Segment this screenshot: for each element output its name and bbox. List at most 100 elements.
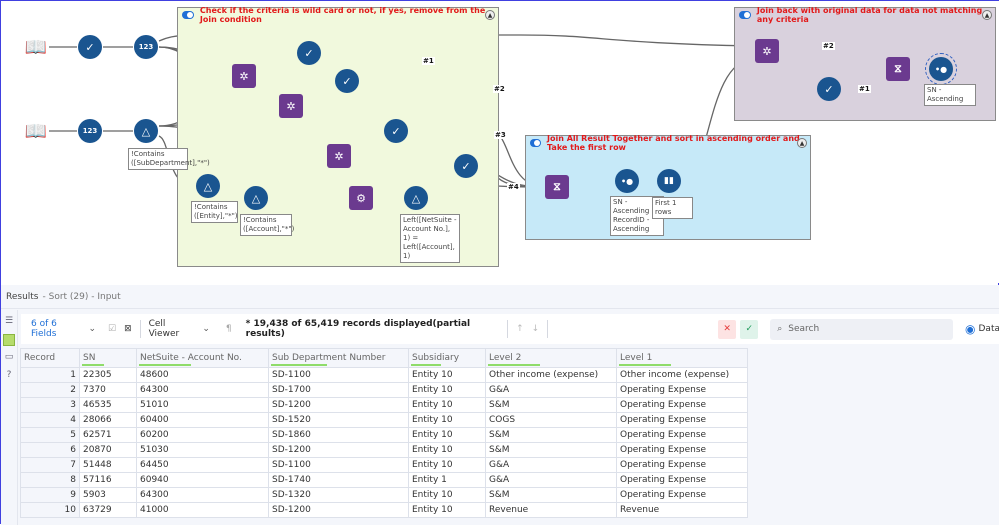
record-number[interactable]: 8 [21,473,80,488]
uncheck-all-icon[interactable]: ⊠ [124,324,132,334]
join-tool-icon[interactable]: ✲ [755,39,779,63]
table-cell[interactable]: Entity 10 [409,383,486,398]
table-row[interactable]: 12230548600SD-1100Entity 10Other income … [21,368,748,383]
table-cell[interactable]: SD-1700 [269,383,409,398]
data-view-icon[interactable] [3,334,15,346]
table-cell[interactable]: Entity 10 [409,503,486,518]
filter-tool-icon[interactable]: △ [134,119,158,143]
container-toggle[interactable] [739,11,751,19]
table-cell[interactable]: Other income (expense) [486,368,617,383]
table-cell[interactable]: SD-1320 [269,488,409,503]
column-header[interactable]: Subsidiary [409,349,486,368]
record-number[interactable]: 2 [21,383,80,398]
column-header[interactable]: Level 1 [617,349,748,368]
table-cell[interactable]: G&A [486,383,617,398]
table-cell[interactable]: 48600 [137,368,269,383]
table-cell[interactable]: 57116 [80,473,137,488]
record-number[interactable]: 7 [21,458,80,473]
metadata-icon[interactable]: ▭ [3,352,15,364]
chevron-down-icon[interactable]: ⌄ [88,324,96,334]
table-cell[interactable]: Entity 10 [409,413,486,428]
check-all-icon[interactable]: ☑ [108,324,116,334]
collapse-button[interactable]: ▲ [797,138,807,148]
table-cell[interactable]: Entity 10 [409,428,486,443]
record-number[interactable]: 1 [21,368,80,383]
record-number[interactable]: 3 [21,398,80,413]
collapse-button[interactable]: ▲ [485,10,495,20]
select-tool-icon[interactable]: ✓ [297,41,321,65]
workflow-canvas[interactable]: Check if the criteria is wild card or no… [1,1,999,283]
record-id-tool-icon[interactable]: 123 [78,119,102,143]
apply-button[interactable]: ✓ [740,320,758,339]
union-tool-icon[interactable]: ⧖ [545,175,569,199]
table-cell[interactable]: SD-1200 [269,398,409,413]
table-cell[interactable]: 20870 [80,443,137,458]
table-cell[interactable]: 51010 [137,398,269,413]
record-number[interactable]: 10 [21,503,80,518]
container-toggle[interactable] [182,11,194,19]
table-cell[interactable]: 5903 [80,488,137,503]
table-cell[interactable]: Operating Expense [617,398,748,413]
cell-viewer-dropdown[interactable]: Cell Viewer [149,319,197,339]
table-row[interactable]: 56257160200SD-1860Entity 10S&MOperating … [21,428,748,443]
table-row[interactable]: 106372941000SD-1200Entity 10RevenueReven… [21,503,748,518]
table-cell[interactable]: S&M [486,443,617,458]
table-cell[interactable]: SD-1200 [269,503,409,518]
list-icon[interactable]: ☰ [3,316,15,328]
arrow-down-icon[interactable]: ↓ [532,324,540,334]
filter-tool-icon[interactable]: △ [196,174,220,198]
column-header[interactable]: Record [21,349,80,368]
table-row[interactable]: 34653551010SD-1200Entity 10S&MOperating … [21,398,748,413]
table-cell[interactable]: Revenue [486,503,617,518]
arrow-up-icon[interactable]: ↑ [516,324,524,334]
table-cell[interactable]: Entity 10 [409,398,486,413]
record-number[interactable]: 9 [21,488,80,503]
table-cell[interactable]: SD-1100 [269,458,409,473]
table-cell[interactable]: Operating Expense [617,473,748,488]
union-tool-icon[interactable]: ⧖ [886,57,910,81]
table-row[interactable]: 9590364300SD-1320Entity 10S&MOperating E… [21,488,748,503]
table-cell[interactable]: 22305 [80,368,137,383]
table-cell[interactable]: 64300 [137,383,269,398]
input-data-book-icon[interactable]: 📖 [24,119,48,143]
help-icon[interactable]: ? [3,370,15,382]
table-row[interactable]: 42806660400SD-1520Entity 10COGSOperating… [21,413,748,428]
table-cell[interactable]: 7370 [80,383,137,398]
table-cell[interactable]: 62571 [80,428,137,443]
table-cell[interactable]: SD-1860 [269,428,409,443]
table-cell[interactable]: Entity 10 [409,488,486,503]
collapse-button[interactable]: ▲ [982,10,992,20]
table-cell[interactable]: G&A [486,458,617,473]
table-cell[interactable]: S&M [486,398,617,413]
table-cell[interactable]: Revenue [617,503,748,518]
table-cell[interactable]: Operating Expense [617,383,748,398]
record-number[interactable]: 6 [21,443,80,458]
table-cell[interactable]: S&M [486,488,617,503]
table-cell[interactable]: SD-1200 [269,443,409,458]
table-cell[interactable]: 60940 [137,473,269,488]
column-header[interactable]: Sub Department Number [269,349,409,368]
table-cell[interactable]: SD-1520 [269,413,409,428]
table-cell[interactable]: 64450 [137,458,269,473]
column-header[interactable]: NetSuite - Account No. [137,349,269,368]
filter-tool-icon[interactable]: △ [244,186,268,210]
select-tool-icon[interactable]: ✓ [78,35,102,59]
table-cell[interactable]: 28066 [80,413,137,428]
table-cell[interactable]: S&M [486,428,617,443]
table-cell[interactable]: G&A [486,473,617,488]
sort-tool-icon[interactable]: •● [615,169,639,193]
table-row[interactable]: 2737064300SD-1700Entity 10G&AOperating E… [21,383,748,398]
table-cell[interactable]: 51030 [137,443,269,458]
table-cell[interactable]: Operating Expense [617,488,748,503]
table-cell[interactable]: Operating Expense [617,413,748,428]
table-cell[interactable]: 46535 [80,398,137,413]
join-tool-icon[interactable]: ✲ [279,94,303,118]
table-cell[interactable]: Entity 10 [409,368,486,383]
table-cell[interactable]: Operating Expense [617,458,748,473]
column-header[interactable]: SN [80,349,137,368]
table-cell[interactable]: 60400 [137,413,269,428]
table-cell[interactable]: Other income (expense) [617,368,748,383]
join-tool-icon[interactable]: ✲ [327,144,351,168]
table-cell[interactable]: 41000 [137,503,269,518]
select-tool-icon[interactable]: ✓ [454,154,478,178]
